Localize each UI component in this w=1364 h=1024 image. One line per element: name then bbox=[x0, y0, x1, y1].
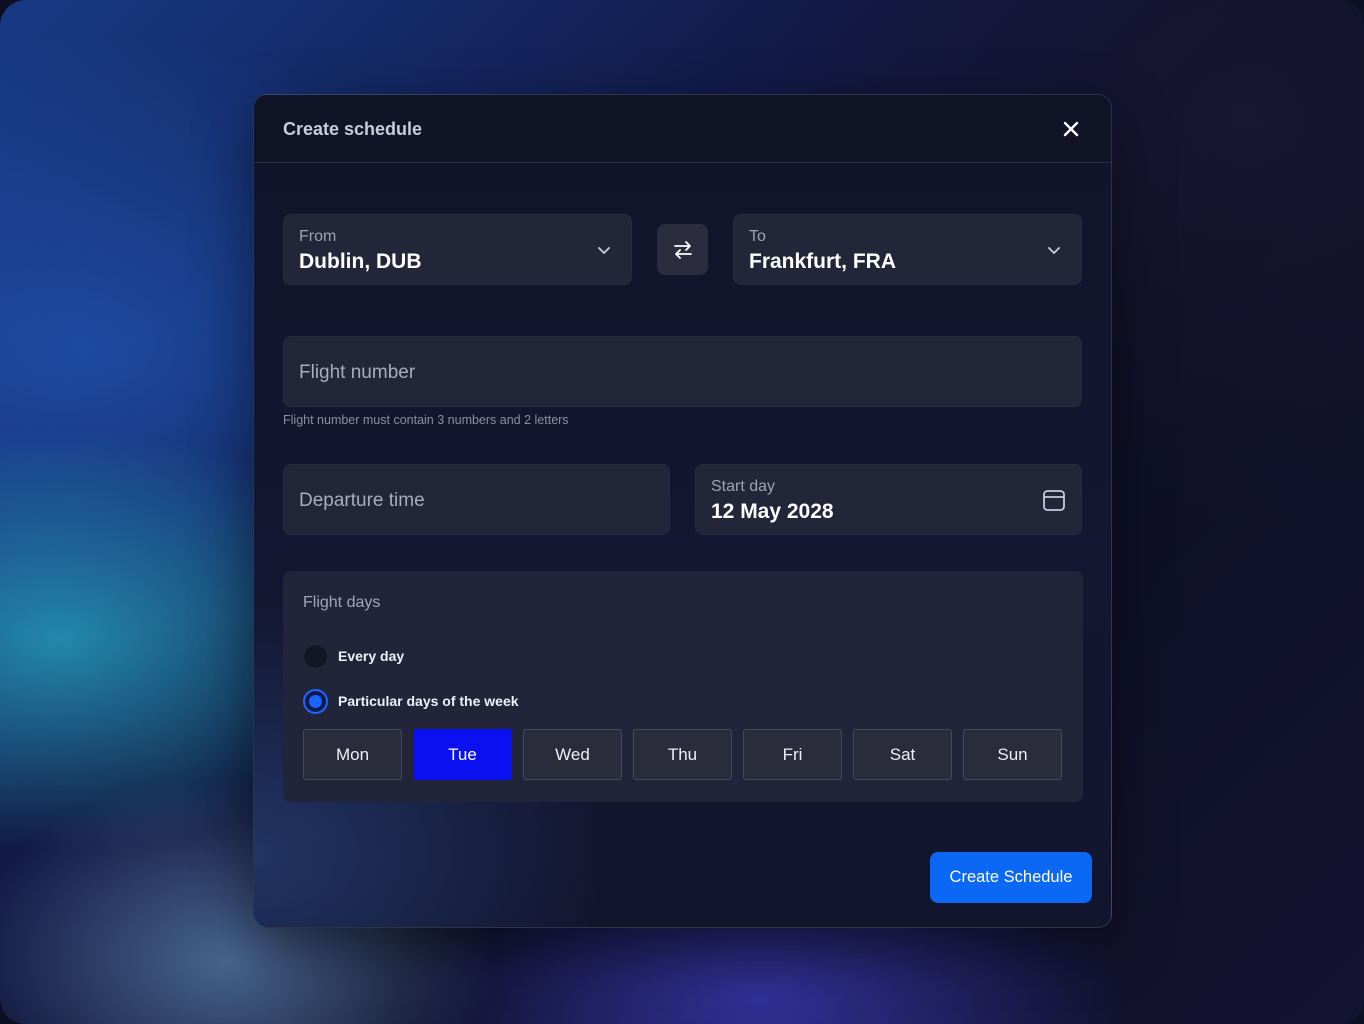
from-label: From bbox=[299, 228, 337, 245]
to-select[interactable]: To Frankfurt, FRA bbox=[733, 214, 1082, 285]
radio-button[interactable] bbox=[303, 643, 328, 669]
create-schedule-dialog: Create schedule From Dublin, DUB To Fran… bbox=[253, 94, 1112, 928]
start-day-label: Start day bbox=[711, 478, 776, 495]
flight-number-input[interactable]: Flight number bbox=[283, 336, 1082, 407]
departure-time-input[interactable]: Departure time bbox=[283, 464, 670, 535]
dialog-title: Create schedule bbox=[283, 119, 423, 139]
flight-days-panel: Flight days Every day Particular days of… bbox=[283, 571, 1083, 802]
swap-arrows-icon bbox=[673, 240, 692, 259]
dialog-header: Create schedule bbox=[254, 95, 1111, 163]
start-day-value: 12 May 2028 bbox=[711, 500, 834, 523]
weekday-selector: Mon Tue Wed Thu Fri Sat Sun bbox=[303, 729, 1062, 780]
from-value: Dublin, DUB bbox=[299, 250, 422, 273]
radio-particular-days[interactable]: Particular days of the week bbox=[303, 688, 519, 714]
day-sun[interactable]: Sun bbox=[963, 729, 1062, 780]
day-mon[interactable]: Mon bbox=[303, 729, 402, 780]
day-wed[interactable]: Wed bbox=[523, 729, 622, 780]
to-label: To bbox=[749, 228, 766, 245]
flight-number-hint: Flight number must contain 3 numbers and… bbox=[283, 413, 569, 427]
radio-label: Particular days of the week bbox=[338, 693, 519, 709]
to-value: Frankfurt, FRA bbox=[749, 250, 896, 273]
swap-route-button[interactable] bbox=[657, 224, 708, 275]
calendar-icon[interactable] bbox=[1041, 487, 1067, 513]
create-schedule-button[interactable]: Create Schedule bbox=[930, 852, 1092, 903]
departure-time-placeholder: Departure time bbox=[299, 490, 425, 511]
chevron-down-icon bbox=[598, 247, 610, 254]
start-day-picker[interactable]: Start day 12 May 2028 bbox=[695, 464, 1082, 535]
day-thu[interactable]: Thu bbox=[633, 729, 732, 780]
chevron-down-icon bbox=[1048, 247, 1060, 254]
radio-every-day[interactable]: Every day bbox=[303, 643, 404, 669]
close-icon bbox=[1063, 121, 1079, 137]
flight-days-label: Flight days bbox=[303, 594, 381, 611]
radio-button-checked[interactable] bbox=[303, 688, 328, 714]
from-select[interactable]: From Dublin, DUB bbox=[283, 214, 632, 285]
day-fri[interactable]: Fri bbox=[743, 729, 842, 780]
radio-label: Every day bbox=[338, 648, 405, 664]
day-tue[interactable]: Tue bbox=[413, 729, 512, 780]
day-sat[interactable]: Sat bbox=[853, 729, 952, 780]
background: Create schedule From Dublin, DUB To Fran… bbox=[0, 0, 1364, 1024]
flight-number-placeholder: Flight number bbox=[299, 362, 416, 383]
close-button[interactable] bbox=[1059, 117, 1083, 141]
